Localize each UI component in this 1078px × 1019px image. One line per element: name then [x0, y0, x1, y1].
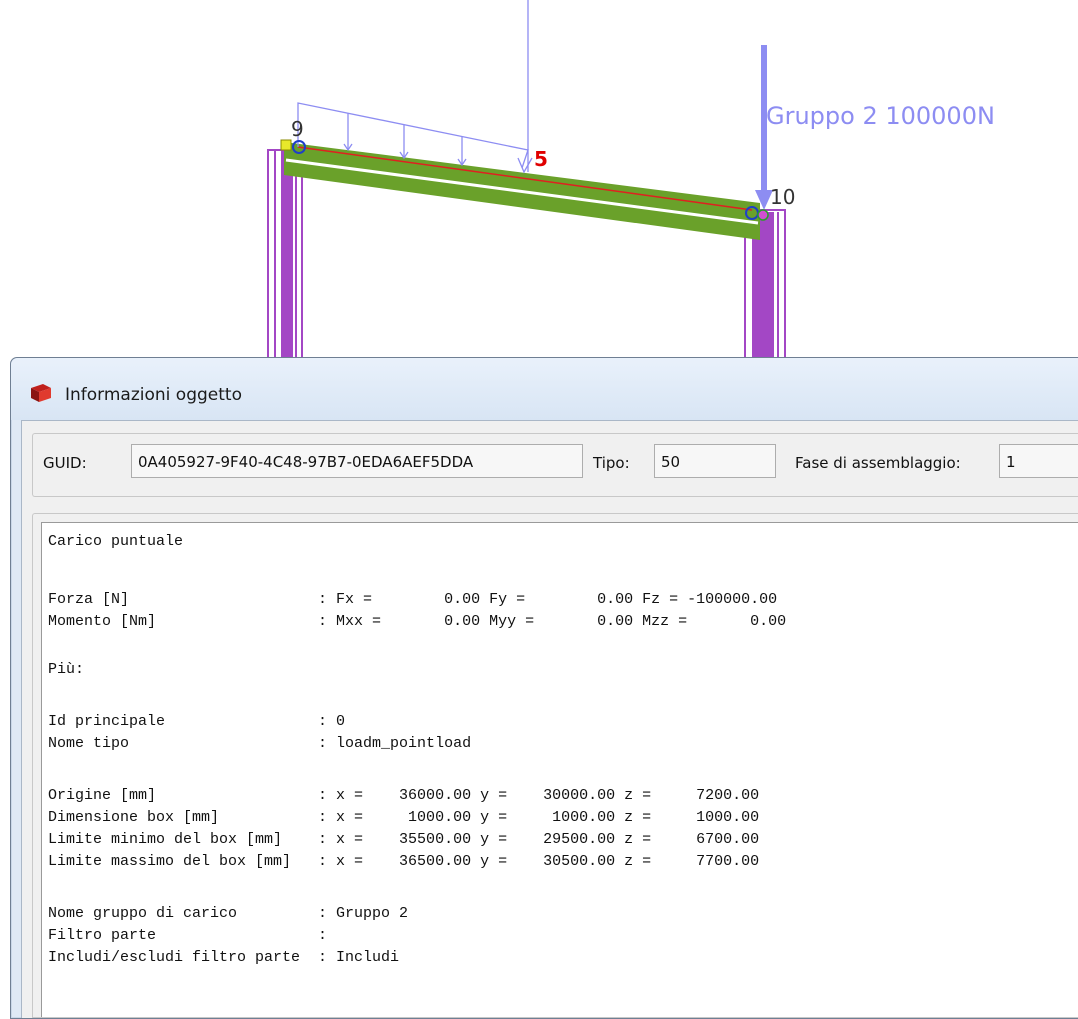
red-book-icon — [31, 384, 51, 402]
info-line: Includi/escludi filtro parte : Includi — [48, 949, 400, 966]
object-header-group: GUID: 0A405927-9F40-4C48-97B7-0EDA6AEF5D… — [32, 433, 1078, 497]
info-line: Carico puntuale — [48, 533, 184, 550]
dialog-titlebar[interactable]: Informazioni oggetto — [11, 358, 1078, 420]
info-line: Più: — [48, 661, 85, 678]
guid-field[interactable]: 0A405927-9F40-4C48-97B7-0EDA6AEF5DDA — [131, 444, 583, 478]
node-label-10: 10 — [770, 185, 795, 209]
tipo-field[interactable]: 50 — [654, 444, 776, 478]
point-load-label: Gruppo 2 100000N — [766, 102, 995, 130]
left-column[interactable] — [267, 145, 303, 381]
beam[interactable] — [284, 142, 760, 240]
load-number-label: 5 — [534, 147, 548, 171]
info-text-area[interactable]: Carico puntuale Forza [N] : Fx = 0.00 Fy… — [41, 522, 1078, 1017]
distributed-load[interactable] — [297, 0, 533, 174]
info-line: Momento [Nm] : Mxx = 0.00 Myy = 0.00 Mzz… — [48, 613, 787, 630]
info-text-group: Carico puntuale Forza [N] : Fx = 0.00 Fy… — [32, 513, 1078, 1018]
info-line: Limite minimo del box [mm] : x = 35500.0… — [48, 831, 760, 848]
node-label-9: 9 — [291, 117, 304, 141]
info-line: Nome gruppo di carico : Gruppo 2 — [48, 905, 409, 922]
dialog-title: Informazioni oggetto — [65, 385, 242, 405]
guid-label: GUID: — [43, 454, 87, 472]
info-line: Forza [N] : Fx = 0.00 Fy = 0.00 Fz = -10… — [48, 591, 778, 608]
info-line: Dimensione box [mm] : x = 1000.00 y = 10… — [48, 809, 760, 826]
info-line: Origine [mm] : x = 36000.00 y = 30000.00… — [48, 787, 760, 804]
info-line: Id principale : 0 — [48, 713, 346, 730]
object-info-dialog[interactable]: Informazioni oggetto GUID: 0A405927-9F40… — [10, 357, 1078, 1019]
fase-label: Fase di assemblaggio: — [795, 454, 961, 472]
dialog-client-area: GUID: 0A405927-9F40-4C48-97B7-0EDA6AEF5D… — [21, 420, 1078, 1018]
tipo-label: Tipo: — [593, 454, 630, 472]
info-line: Filtro parte : — [48, 927, 328, 944]
info-line: Nome tipo : loadm_pointload — [48, 735, 472, 752]
info-line: Limite massimo del box [mm] : x = 36500.… — [48, 853, 760, 870]
fase-field[interactable]: 1 — [999, 444, 1078, 478]
